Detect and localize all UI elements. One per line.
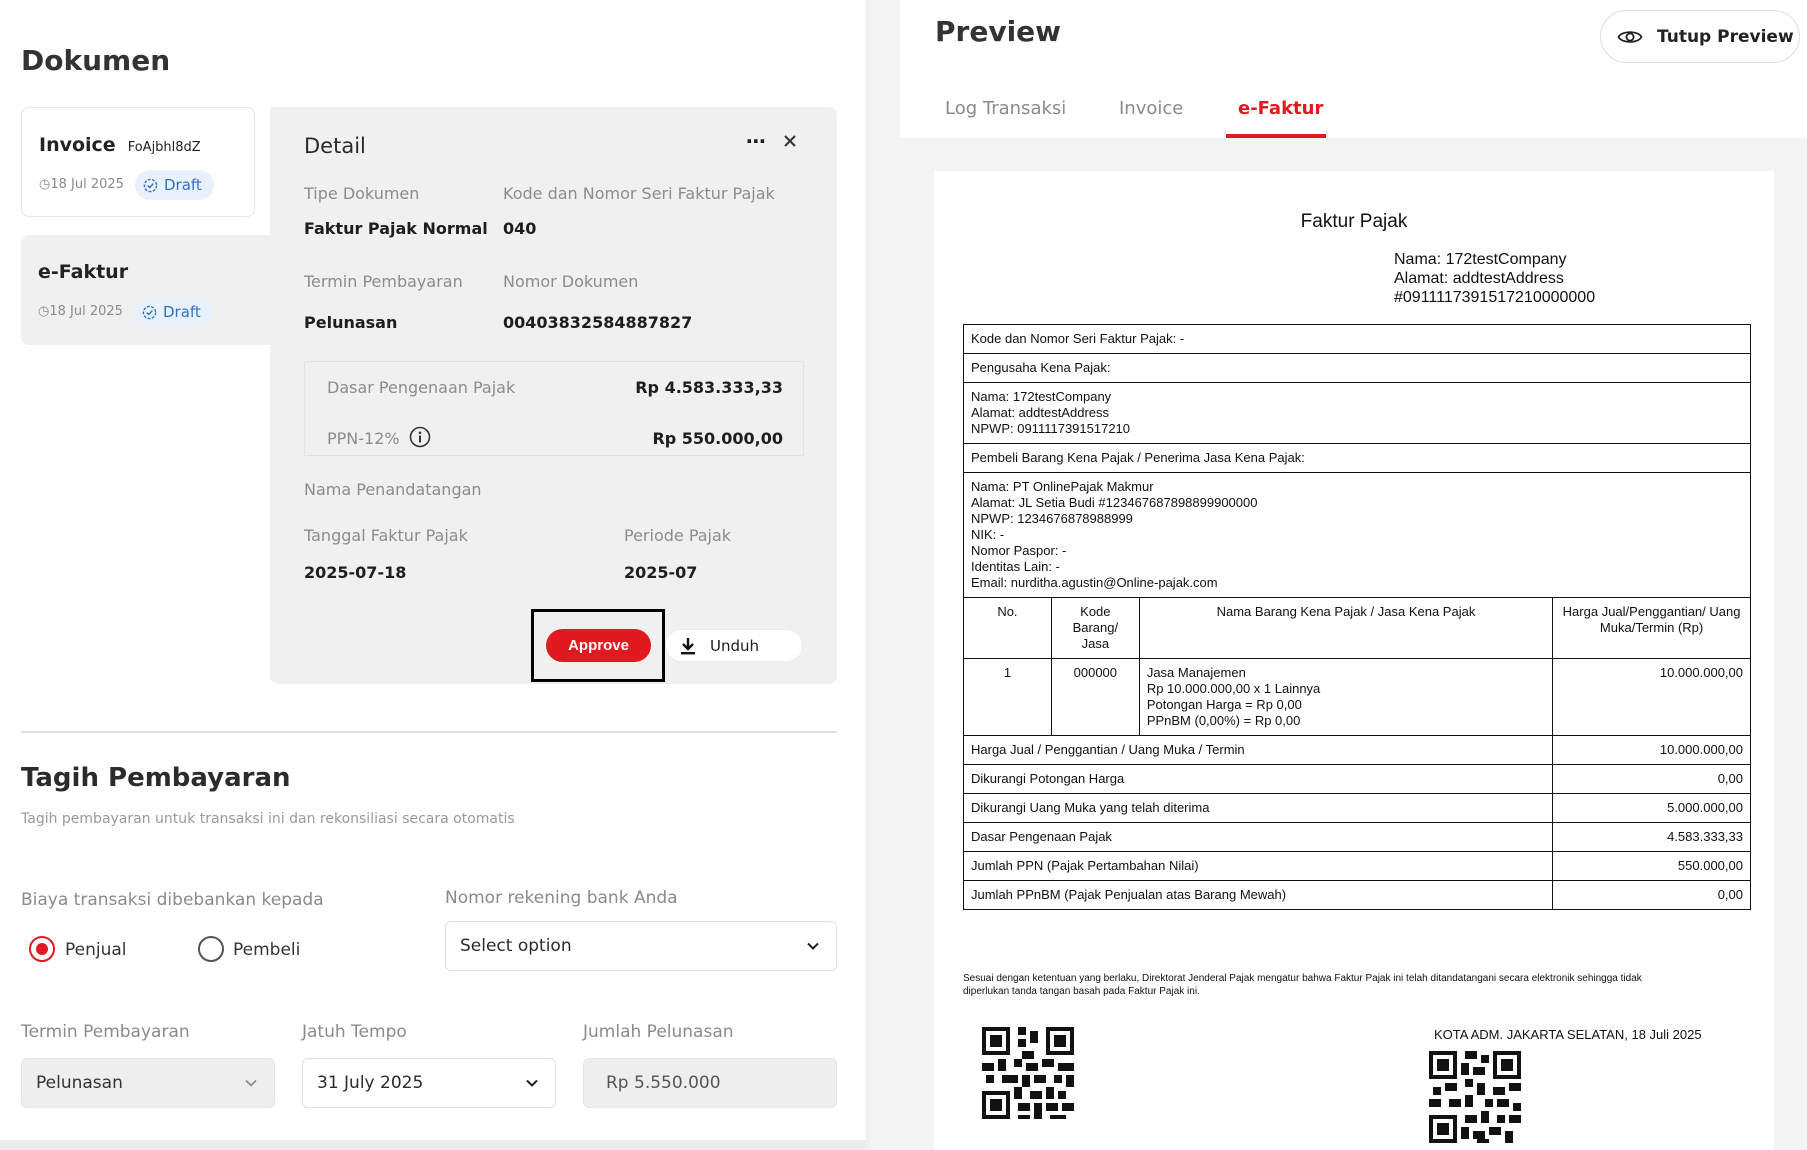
bottom-edge — [0, 1140, 866, 1150]
qr-code-icon — [982, 1027, 1074, 1119]
draft-status-icon — [142, 305, 157, 319]
status-badge: Draft — [134, 297, 213, 327]
left-panel: Dokumen Invoice FoAjbhl8dZ ◷18 Jul 2025 D… — [0, 0, 866, 1150]
kode-nomor-value: 040 — [503, 219, 537, 238]
ppn-value: Rp 550.000,00 — [652, 429, 783, 448]
biaya-label: Biaya transaksi dibebankan kepada — [21, 890, 324, 910]
table-row: 1 000000 Jasa Manajemen Rp 10.000.000,00… — [963, 658, 1751, 736]
clock-icon: ◷ — [38, 304, 50, 319]
active-tab-indicator — [1226, 134, 1326, 138]
preview-panel: Preview Tutup Preview Log Transaksi Invo… — [900, 0, 1807, 1150]
tab-invoice[interactable]: Invoice — [1119, 98, 1183, 119]
termin-label: Termin Pembayaran — [304, 272, 463, 291]
tagih-heading: Tagih Pembayaran — [21, 763, 291, 793]
chevron-down-icon — [526, 1079, 538, 1087]
radio-pembeli[interactable] — [198, 936, 224, 962]
summary-row: Harga Jual / Penggantian / Uang Muka / T… — [962, 735, 1751, 765]
preview-heading: Preview — [935, 15, 1062, 48]
document-date: ◷18 Jul 2025 — [38, 304, 123, 319]
sign-city-date: KOTA ADM. JAKARTA SELATAN, 18 Juli 2025 — [1434, 1027, 1702, 1042]
radio-penjual[interactable] — [29, 936, 55, 962]
tax-summary-box: Dasar Pengenaan Pajak Rp 4.583.333,33 PP… — [304, 361, 804, 456]
document-name: Invoice — [39, 134, 116, 156]
tutup-preview-button[interactable]: Tutup Preview — [1600, 10, 1800, 63]
status-badge: Draft — [135, 170, 214, 200]
chevron-down-icon — [807, 942, 819, 950]
termin-value: Pelunasan — [304, 313, 398, 332]
jumlah-pelunasan-field: Rp 5.550.000 — [583, 1058, 837, 1108]
tanggal-faktur-value: 2025-07-18 — [304, 563, 407, 582]
info-icon[interactable] — [409, 426, 431, 452]
table-row: Kode dan Nomor Seri Faktur Pajak: - — [963, 324, 1751, 354]
jumlah-pelunasan-label: Jumlah Pelunasan — [583, 1022, 734, 1042]
qr-code-icon — [1429, 1051, 1521, 1143]
periode-value: 2025-07 — [624, 563, 698, 582]
ppn-label: PPN-12% — [327, 429, 400, 448]
legal-note: Sesuai dengan ketentuan yang berlaku, Di… — [963, 973, 1642, 997]
rekening-select[interactable]: Select option — [445, 921, 837, 971]
approve-button[interactable]: Approve — [546, 629, 651, 662]
summary-row: Dikurangi Potongan Harga 0,00 — [962, 764, 1751, 794]
document-card-efaktur[interactable]: e-Faktur ◷18 Jul 2025 Draft — [21, 235, 271, 345]
nomor-dokumen-label: Nomor Dokumen — [503, 272, 639, 291]
header-nama: Nama: 172testCompany — [1394, 251, 1567, 268]
faktur-header: Nama: 172testCompany Alamat: addtestAddr… — [1394, 250, 1595, 307]
tab-log-transaksi[interactable]: Log Transaksi — [945, 98, 1066, 119]
tab-efaktur[interactable]: e-Faktur — [1238, 98, 1323, 119]
termin-pembayaran-label: Termin Pembayaran — [21, 1022, 190, 1042]
clock-icon: ◷ — [39, 177, 51, 192]
section-divider — [21, 731, 837, 733]
efaktur-document: Faktur Pajak Nama: 172testCompany Alamat… — [934, 171, 1774, 1150]
download-icon — [681, 637, 695, 654]
summary-row: Jumlah PPN (Pajak Pertambahan Nilai) 550.… — [962, 851, 1751, 881]
chevron-down-icon — [245, 1079, 257, 1087]
nomor-dokumen-value: 00403832584887827 — [503, 313, 693, 332]
close-icon[interactable] — [782, 133, 798, 153]
document-name: e-Faktur — [38, 261, 129, 283]
faktur-title: Faktur Pajak — [1300, 211, 1408, 232]
draft-status-icon — [143, 178, 158, 192]
document-card-invoice[interactable]: Invoice FoAjbhl8dZ ◷18 Jul 2025 Draft — [21, 107, 255, 217]
termin-select[interactable]: Pelunasan — [21, 1058, 275, 1108]
kode-nomor-label: Kode dan Nomor Seri Faktur Pajak — [503, 184, 775, 203]
ellipsis-icon[interactable]: ⋯ — [746, 129, 767, 153]
panel-divider — [866, 0, 869, 1150]
tipe-dokumen-value: Faktur Pajak Normal — [304, 219, 488, 238]
summary-row: Dasar Pengenaan Pajak 4.583.333,33 — [962, 822, 1751, 852]
dpp-value: Rp 4.583.333,33 — [635, 378, 783, 397]
header-id: #0911117391517210000000 — [1394, 289, 1596, 306]
radio-pembeli-label[interactable]: Pembeli — [233, 940, 300, 960]
table-row: Pembeli Barang Kena Pajak / Penerima Jas… — [963, 443, 1751, 473]
radio-penjual-label[interactable]: Penjual — [65, 940, 127, 960]
jatuh-tempo-select[interactable]: 31 July 2025 — [302, 1058, 556, 1108]
tanggal-faktur-label: Tanggal Faktur Pajak — [304, 526, 468, 545]
tagih-subtitle: Tagih pembayaran untuk transaksi ini dan… — [21, 811, 515, 827]
summary-row: Dikurangi Uang Muka yang telah diterima 5… — [962, 793, 1751, 823]
dpp-label: Dasar Pengenaan Pajak — [327, 378, 516, 397]
jatuh-tempo-label: Jatuh Tempo — [302, 1022, 407, 1042]
header-alamat: Alamat: addtestAddress — [1394, 270, 1564, 287]
detail-title: Detail — [304, 134, 366, 158]
document-id: FoAjbhl8dZ — [127, 140, 201, 155]
dokumen-heading: Dokumen — [21, 44, 171, 77]
rekening-label: Nomor rekening bank Anda — [445, 888, 678, 908]
document-date: ◷18 Jul 2025 — [39, 177, 124, 192]
faktur-table: Kode dan Nomor Seri Faktur Pajak: - Peng… — [962, 324, 1751, 910]
preview-tabs: Log Transaksi Invoice e-Faktur — [900, 80, 1807, 138]
table-row: Nama: PT OnlinePajak Makmur Alamat: JL S… — [963, 472, 1751, 598]
table-row: Nama: 172testCompany Alamat: addtestAddr… — [963, 382, 1751, 444]
table-header-row: No. Kode Barang/ Jasa Nama Barang Kena P… — [963, 597, 1751, 659]
tipe-dokumen-label: Tipe Dokumen — [304, 184, 420, 203]
penandatangan-label: Nama Penandatangan — [304, 480, 482, 499]
table-row: Pengusaha Kena Pajak: — [963, 353, 1751, 383]
periode-label: Periode Pajak — [624, 526, 732, 545]
unduh-button[interactable]: Unduh — [665, 629, 803, 662]
eye-icon — [1617, 30, 1643, 43]
detail-panel: Detail ⋯ Tipe Dokumen Kode dan Nomor Ser… — [270, 107, 837, 684]
summary-row: Jumlah PPnBM (Pajak Penjualan atas Baran… — [962, 880, 1751, 910]
